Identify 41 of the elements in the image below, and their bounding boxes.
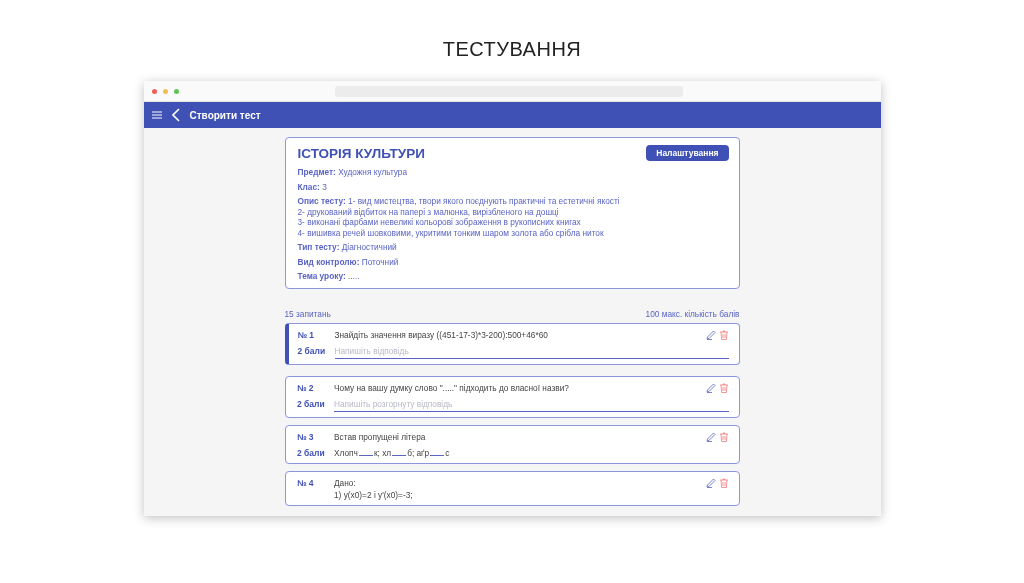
pencil-icon[interactable] [705,382,716,393]
pencil-icon[interactable] [705,329,716,340]
question-number: № 2 [297,382,315,393]
settings-button[interactable]: Налаштування [646,145,729,161]
question-card[interactable]: № 1 Знайдіть значення виразу ((451-17-3)*3-200):500+46*60 2 бали Напишіть відповідь [284,322,740,365]
answer-field[interactable]: Напишіть відповідь [334,345,729,359]
menu-icon[interactable] [151,111,162,119]
max-score: 100 макс. кількість балів [645,308,740,319]
points-label: 2 бали [297,398,326,409]
question-number: № 1 [297,329,316,340]
question-text: Встав пропущені літера [334,431,427,442]
info-field: Предмет: Художня культура [297,167,729,178]
trash-icon[interactable] [718,477,729,488]
fill-in-text: Хлопч к; хл б; аґр с [334,447,451,458]
points-label: 2 бали [297,447,326,458]
question-number: № 4 [297,477,315,488]
question-count: 15 запитань [284,308,331,319]
answer-field[interactable]: Напишіть розгорнуту відповідь [334,398,729,412]
points-label: 2 бали [297,345,327,356]
trash-icon[interactable] [718,329,729,340]
app-title: Створити тест [189,109,261,121]
question-text: Чому на вашу думку слово "....." підходить до власної назви? [334,382,570,393]
question-card[interactable]: № 2 Чому на вашу думку слово "....." підходить до власної назви? 2 бали Напишіть розгорнуту відповідь [284,375,740,418]
info-field: Клас: 3 [297,181,729,192]
question-text: Дано: [334,477,357,488]
info-field: Тема уроку: ..... [297,271,729,282]
question-number: № 3 [297,431,315,442]
pencil-icon[interactable] [705,431,716,442]
pencil-icon[interactable] [705,477,716,488]
question-text: 1) y(x0)=2 і y'(x0)=-3; [334,489,414,500]
question-text: Знайдіть значення виразу ((451-17-3)*3-200):500+46*60 [334,329,549,340]
question-card[interactable]: № 3 Встав пропущені літера 2 бали Хлопч к; хл б; аґр с [284,424,740,464]
question-card[interactable]: № 4 Дано: 1) y(x0)=2 і y'(x0)=-3; [284,470,740,506]
info-field: Тип тесту: Діагностичний [297,242,729,253]
test-title: ІСТОРІЯ КУЛЬТУРИ [297,145,425,161]
info-field: Вид контролю: Поточний [297,256,729,267]
trash-icon[interactable] [718,431,729,442]
back-icon[interactable] [171,108,180,122]
info-field: Опис тесту: 1- вид мистецтва, твори якого поєднують практичні та естетичні якості 2- друкований відбиток на папері з малюнка, вирізбленого на дошці 3- виконані фарбами невеликі кольорові зображення в рукописних книгах 4- вишивка речей шовковими, укритими тонким шаром золота або срібла ниток [297,196,729,238]
slide-title: ТЕСТУВАННЯ [442,38,582,61]
trash-icon[interactable] [718,382,729,393]
